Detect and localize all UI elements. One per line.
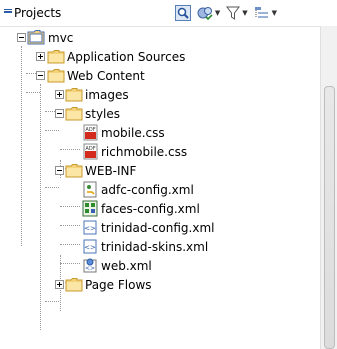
tree-item-label: Application Sources — [67, 50, 186, 64]
dropdown-arrow-icon[interactable]: ▼ — [272, 9, 277, 17]
project-folder-icon — [27, 29, 45, 46]
tree-item-label: mvc — [48, 31, 74, 45]
tree-item-label: Page Flows — [85, 278, 152, 292]
svg-text:<>: <> — [84, 225, 96, 233]
web-xml-icon: <> — [81, 257, 99, 274]
tree-row[interactable]: styles — [0, 104, 320, 123]
project-tree: mvc Application Sources Web Content imag… — [0, 26, 320, 349]
tree-row[interactable]: mvc — [0, 28, 320, 47]
tree-item-label: trinidad-skins.xml — [101, 240, 209, 254]
panel-title: Projects — [14, 6, 62, 20]
collapse-icon[interactable] — [36, 71, 45, 80]
tree-item-label: faces-config.xml — [101, 202, 200, 216]
tree-row[interactable]: <> trinidad-skins.xml — [0, 237, 320, 256]
tree-item-label: mobile.css — [101, 126, 165, 140]
vertical-scrollbar[interactable] — [320, 26, 337, 349]
svg-text:<>: <> — [85, 265, 95, 272]
faces-config-icon — [81, 200, 99, 217]
tree-row[interactable]: faces-config.xml — [0, 199, 320, 218]
tree-item-label: styles — [85, 107, 121, 121]
folder-icon — [65, 86, 83, 103]
expand-icon[interactable] — [55, 280, 64, 289]
tree-item-label: Web Content — [67, 69, 145, 83]
tree-item-label: images — [85, 88, 129, 102]
tree-row[interactable]: Web Content — [0, 66, 320, 85]
tree-item-label: richmobile.css — [101, 145, 188, 159]
svg-text:ADF: ADF — [85, 127, 95, 133]
collapse-panel-icon[interactable] — [4, 9, 12, 13]
css-file-icon: ADF — [81, 143, 99, 160]
tree-item-label: web.xml — [101, 259, 152, 273]
tree-row[interactable]: ADF richmobile.css — [0, 142, 320, 161]
filter-icon[interactable]: ▼ — [226, 5, 248, 21]
scrollbar-thumb[interactable] — [324, 86, 335, 349]
xml-file-icon: <> — [81, 238, 99, 255]
css-file-icon: ADF — [81, 124, 99, 141]
expand-icon[interactable] — [36, 52, 45, 61]
dropdown-arrow-icon[interactable]: ▼ — [215, 9, 220, 17]
tree-item-label: adfc-config.xml — [101, 183, 194, 197]
xml-file-icon: <> — [81, 219, 99, 236]
expand-icon[interactable] — [55, 90, 64, 99]
tree-row[interactable]: <> web.xml — [0, 256, 320, 275]
projects-header: Projects ▼ ▼ ▼ — [0, 0, 337, 27]
tree-row[interactable]: images — [0, 85, 320, 104]
dropdown-arrow-icon[interactable]: ▼ — [242, 9, 247, 17]
header-toolbar: ▼ ▼ ▼ — [174, 4, 277, 22]
tree-row[interactable]: adfc-config.xml — [0, 180, 320, 199]
folder-icon — [65, 276, 83, 293]
folder-icon — [47, 67, 65, 84]
collapse-icon[interactable] — [55, 109, 64, 118]
tree-row[interactable]: Page Flows — [0, 275, 320, 294]
tree-item-label: WEB-INF — [85, 164, 137, 178]
adfc-config-icon — [81, 181, 99, 198]
svg-text:<>: <> — [84, 244, 96, 252]
folder-icon — [65, 105, 83, 122]
tree-row[interactable]: Application Sources — [0, 47, 320, 66]
view-menu-icon[interactable]: ▼ — [254, 5, 277, 21]
tree-item-label: trinidad-config.xml — [101, 221, 215, 235]
tree-row[interactable]: <> trinidad-config.xml — [0, 218, 320, 237]
folder-icon — [47, 48, 65, 65]
working-sets-icon[interactable]: ▼ — [197, 5, 220, 21]
zoom-icon[interactable] — [174, 5, 191, 21]
tree-row[interactable]: WEB-INF — [0, 161, 320, 180]
folder-icon — [65, 162, 83, 179]
collapse-icon[interactable] — [55, 166, 64, 175]
svg-text:ADF: ADF — [85, 146, 95, 152]
tree-row[interactable]: ADF mobile.css — [0, 123, 320, 142]
collapse-icon[interactable] — [17, 33, 26, 42]
